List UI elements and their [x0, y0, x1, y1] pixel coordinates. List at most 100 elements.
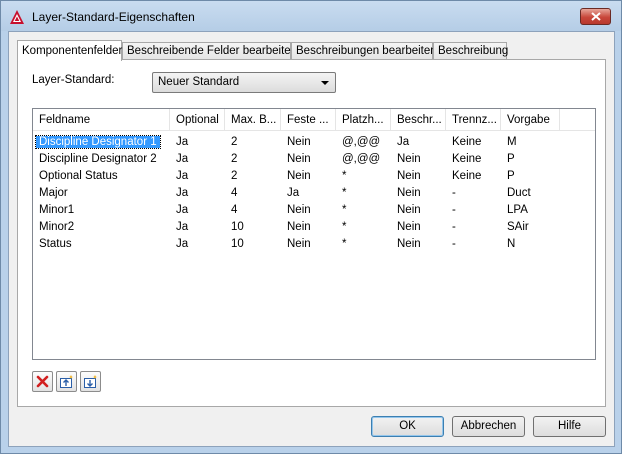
table-cell: Nein — [397, 221, 421, 233]
field-name-text: Major — [39, 187, 68, 199]
table-cell: * — [342, 221, 347, 233]
table-cell: M — [507, 136, 517, 148]
table-cell: Ja — [176, 204, 189, 216]
column-header-max-breite[interactable]: Max. B... — [225, 109, 281, 131]
table-cell: 4 — [231, 187, 238, 199]
tab-komponentenfelder[interactable]: Komponentenfelder — [17, 40, 122, 61]
table-cell: 2 — [231, 136, 238, 148]
layer-standard-dropdown[interactable]: Neuer Standard — [152, 72, 336, 93]
table-cell: Nein — [397, 204, 421, 216]
table-row[interactable]: Minor1 Ja 4 Nein * Nein - LPA — [33, 202, 595, 219]
help-button[interactable]: Hilfe — [533, 416, 606, 437]
table-cell: P — [507, 170, 515, 182]
table-cell: Nein — [397, 170, 421, 182]
chevron-down-icon — [321, 81, 329, 85]
table-cell: 2 — [231, 153, 238, 165]
column-header-platzhalter[interactable]: Platzh... — [336, 109, 391, 131]
move-down-icon — [84, 375, 98, 388]
field-name-text: Minor2 — [39, 221, 75, 233]
table-cell: Minor1 — [33, 202, 170, 219]
table-cell: Optional Status — [33, 168, 170, 185]
table-cell: - — [452, 204, 456, 216]
table-cell: Nein — [287, 153, 311, 165]
fields-listview[interactable]: Feldname Optional Max. B... Feste ... Pl… — [32, 108, 596, 360]
move-up-icon — [60, 375, 74, 388]
table-cell: Nein — [287, 221, 311, 233]
table-cell: Nein — [397, 187, 421, 199]
table-cell: Keine — [452, 136, 482, 148]
table-row[interactable]: Minor2 Ja 10 Nein * Nein - SAir — [33, 219, 595, 236]
table-cell: @,@@ — [342, 153, 381, 165]
table-cell: 10 — [231, 238, 244, 250]
field-name-text: Discipline Designator 2 — [39, 153, 157, 165]
window-title: Layer-Standard-Eigenschaften — [32, 10, 195, 24]
table-cell: - — [452, 187, 456, 199]
table-cell: LPA — [507, 204, 528, 216]
listview-header: Feldname Optional Max. B... Feste ... Pl… — [33, 109, 595, 131]
table-cell: - — [452, 221, 456, 233]
table-cell: Ja — [287, 187, 300, 199]
table-cell: Nein — [287, 238, 311, 250]
table-cell: 2 — [231, 170, 238, 182]
field-name-text: Optional Status — [39, 170, 118, 182]
column-header-trennzeichen[interactable]: Trennz... — [446, 109, 501, 131]
dialog-client-area: Komponentenfelder Beschreibende Felder b… — [8, 31, 615, 447]
table-cell: Nein — [287, 170, 311, 182]
column-header-feste[interactable]: Feste ... — [281, 109, 336, 131]
table-cell: Minor2 — [33, 219, 170, 236]
table-cell: Nein — [397, 153, 421, 165]
column-header-vorgabe[interactable]: Vorgabe — [501, 109, 560, 131]
table-cell: - — [452, 238, 456, 250]
table-cell: Ja — [176, 187, 189, 199]
field-name-text: Status — [39, 238, 72, 250]
table-cell: Discipline Designator 2 — [33, 151, 170, 168]
table-cell: Ja — [176, 170, 189, 182]
table-cell: Ja — [176, 153, 189, 165]
table-cell: Keine — [452, 170, 482, 182]
move-down-button[interactable] — [80, 371, 101, 392]
table-cell: Discipline Designator 1 — [33, 134, 170, 151]
delete-x-icon — [36, 375, 49, 388]
table-cell: Ja — [176, 221, 189, 233]
title-bar[interactable]: Layer-Standard-Eigenschaften — [1, 1, 621, 31]
move-up-button[interactable] — [56, 371, 77, 392]
table-cell: Nein — [397, 238, 421, 250]
table-cell: @,@@ — [342, 136, 381, 148]
table-cell: SAir — [507, 221, 529, 233]
cancel-button[interactable]: Abbrechen — [452, 416, 525, 437]
table-cell: Duct — [507, 187, 531, 199]
field-name-text: Minor1 — [39, 204, 75, 216]
table-cell: Ja — [176, 238, 189, 250]
ok-button[interactable]: OK — [371, 416, 444, 437]
table-cell: P — [507, 153, 515, 165]
table-cell: * — [342, 238, 347, 250]
table-row[interactable]: Discipline Designator 1 Ja 2 Nein @,@@ Ja Kein… — [33, 134, 595, 151]
column-header-optional[interactable]: Optional — [170, 109, 225, 131]
table-cell: Nein — [287, 204, 311, 216]
close-icon — [590, 12, 601, 21]
field-name-text: Discipline Designator 1 — [35, 135, 161, 149]
close-button[interactable] — [580, 8, 611, 25]
layer-standard-label: Layer-Standard: — [32, 74, 115, 86]
table-cell: N — [507, 238, 516, 250]
table-cell: Ja — [397, 136, 410, 148]
table-row[interactable]: Status Ja 10 Nein * Nein - N — [33, 236, 595, 253]
dialog-window: Layer-Standard-Eigenschaften Komponenten… — [0, 0, 622, 454]
table-cell: Keine — [452, 153, 482, 165]
table-cell: Status — [33, 236, 170, 253]
tab-beschreibung[interactable]: Beschreibung — [433, 42, 508, 60]
column-header-beschreibung[interactable]: Beschr... — [391, 109, 446, 131]
table-row[interactable]: Major Ja 4 Ja * Nein - Duct — [33, 185, 595, 202]
layer-standard-value: Neuer Standard — [158, 76, 240, 88]
tab-beschreibende-felder[interactable]: Beschreibende Felder bearbeiten — [122, 42, 297, 60]
tab-beschreibungen-bearbeiten[interactable]: Beschreibungen bearbeiten — [291, 42, 437, 60]
table-cell: Major — [33, 185, 170, 202]
table-row[interactable]: Discipline Designator 2 Ja 2 Nein @,@@ Nein Ke… — [33, 151, 595, 168]
table-row[interactable]: Optional Status Ja 2 Nein * Nein Keine P — [33, 168, 595, 185]
table-cell: * — [342, 204, 347, 216]
delete-button[interactable] — [32, 371, 53, 392]
table-cell: Nein — [287, 136, 311, 148]
table-cell: 10 — [231, 221, 244, 233]
column-header-feldname[interactable]: Feldname — [33, 109, 170, 131]
table-cell: * — [342, 170, 347, 182]
